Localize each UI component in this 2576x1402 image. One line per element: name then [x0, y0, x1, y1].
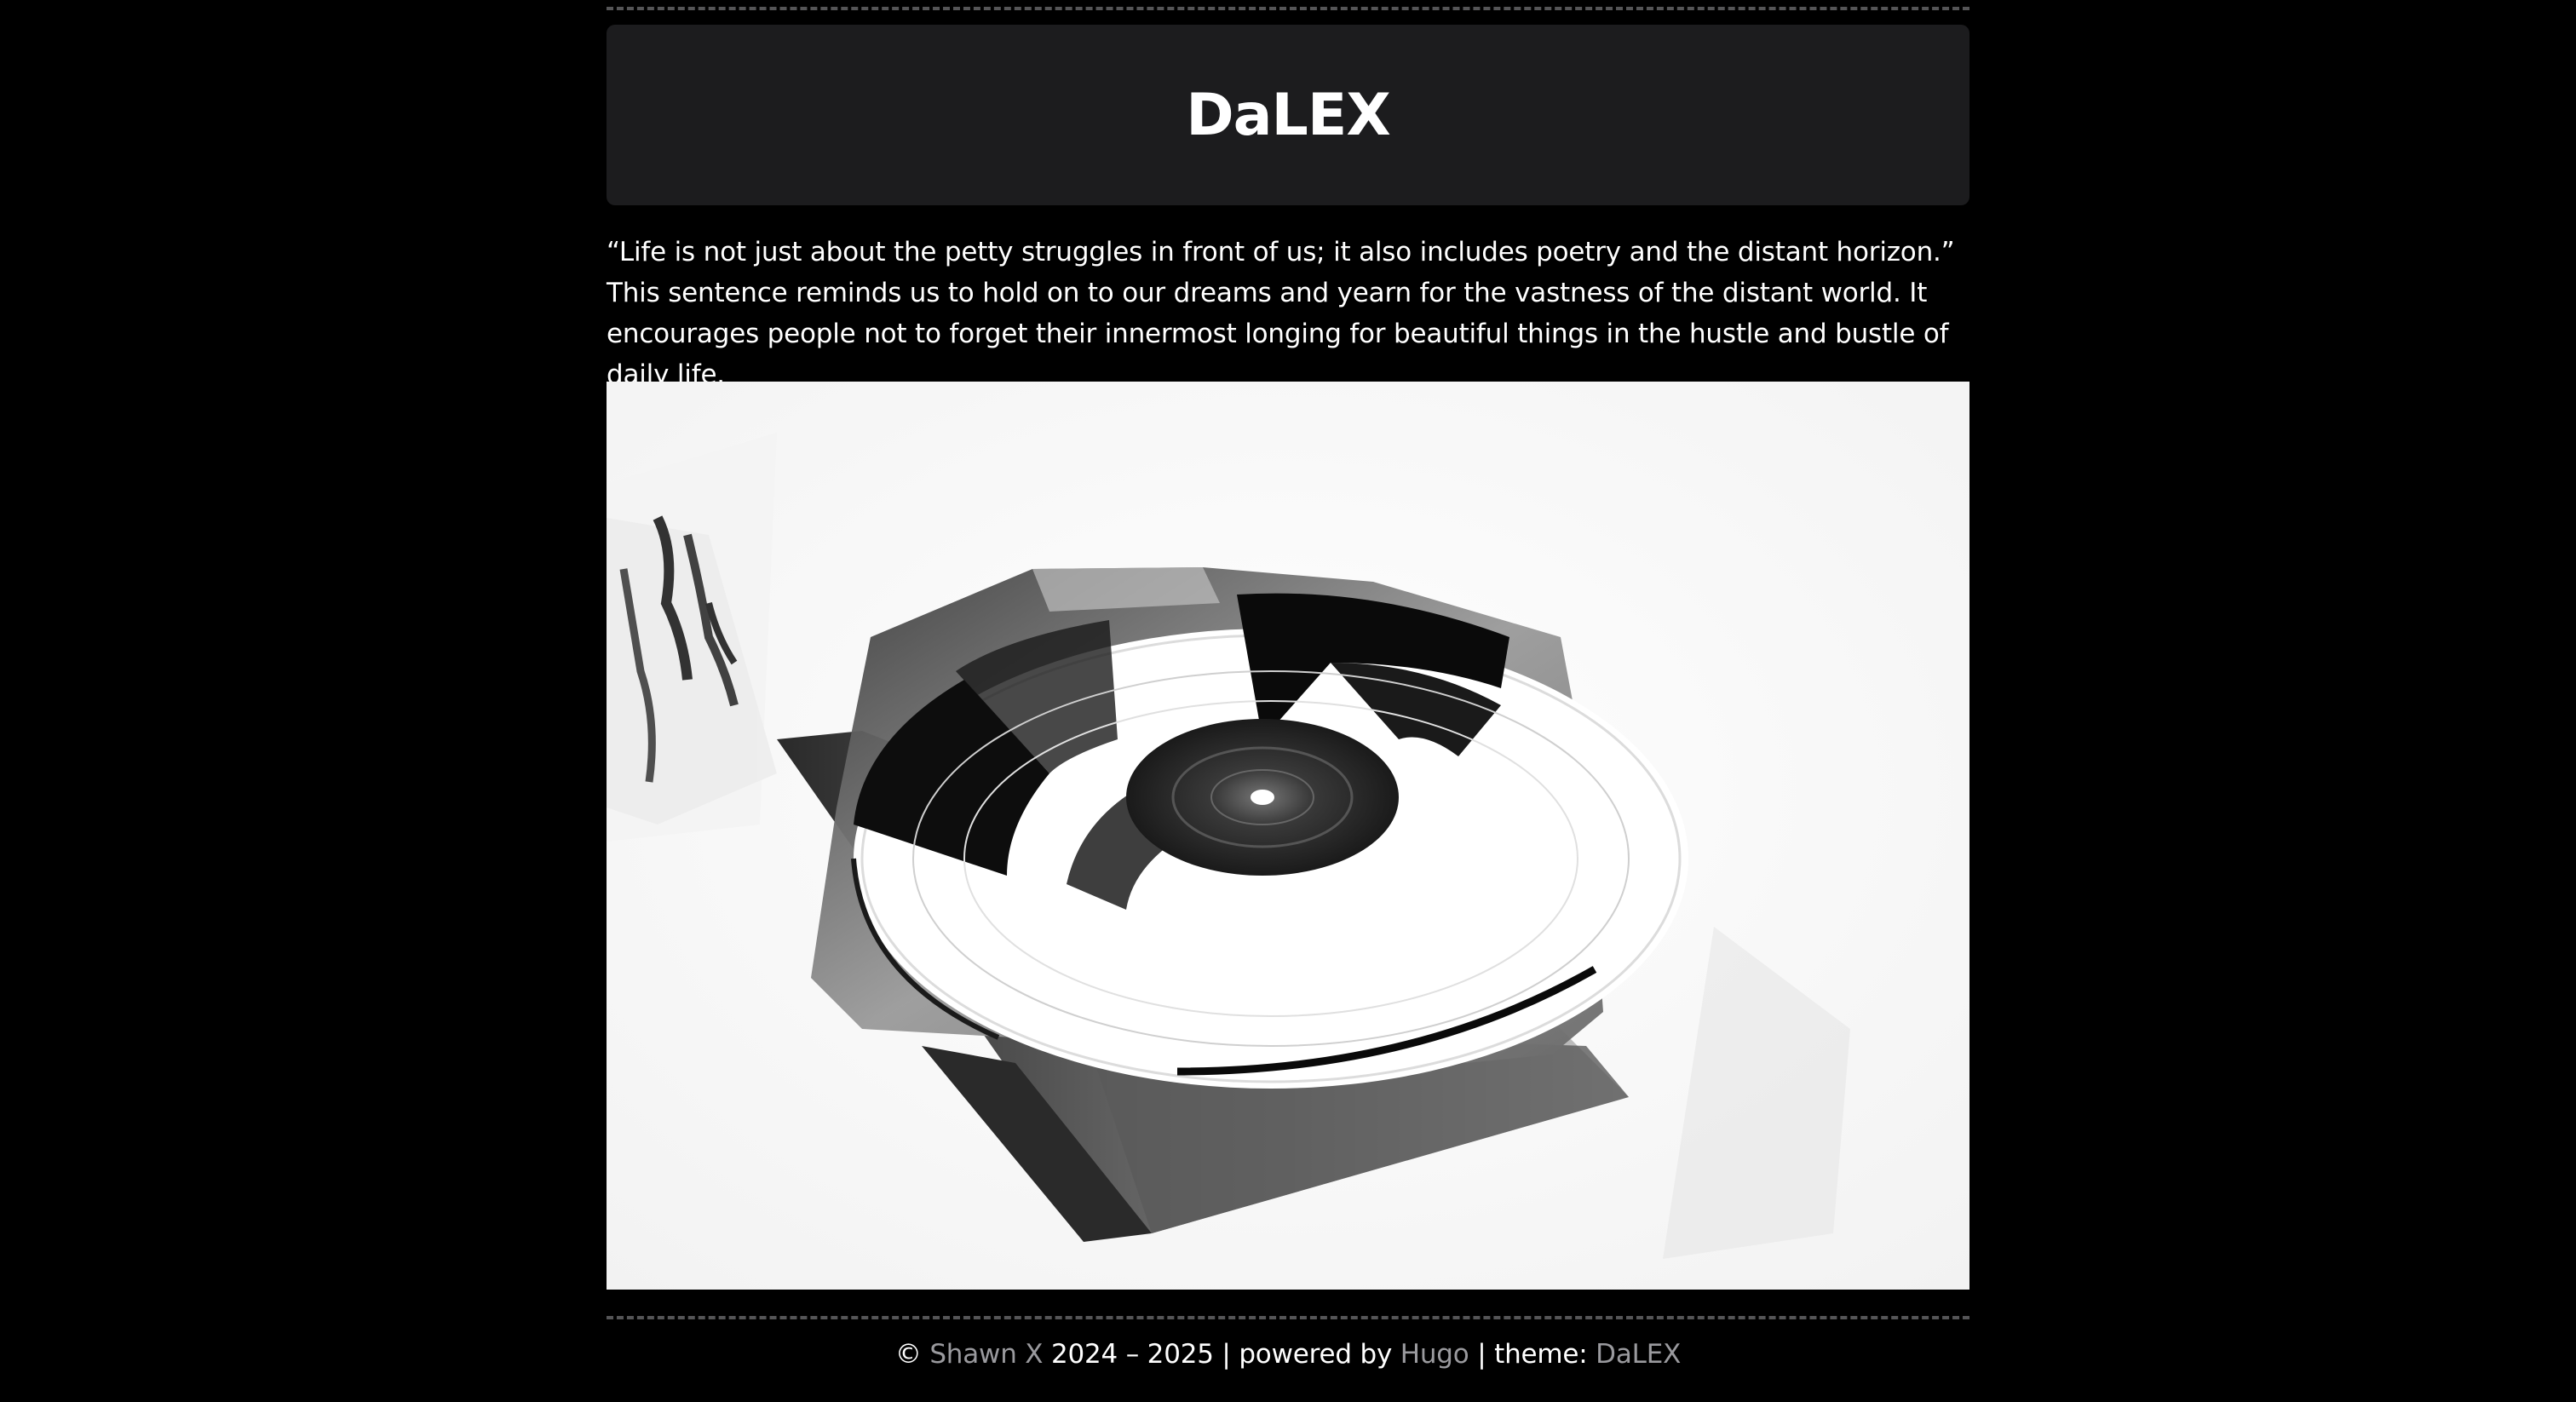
vinyl-record-icon [607, 382, 1969, 1290]
top-dashed-divider [607, 7, 1969, 10]
footer-theme-text: | theme: [1477, 1339, 1588, 1370]
site-footer: © Shawn X 2024 – 2025 | powered by Hugo … [607, 1334, 1969, 1375]
site-header: DaLEX [607, 25, 1969, 205]
footer-years-text: 2024 – 2025 | powered by [1050, 1339, 1393, 1370]
page-container: DaLEX “Life is not just about the petty … [607, 0, 1969, 1402]
bottom-dashed-divider [607, 1316, 1969, 1319]
vinyl-record-photo [607, 382, 1969, 1290]
author-link[interactable]: Shawn X [929, 1339, 1043, 1370]
hugo-link[interactable]: Hugo [1400, 1339, 1469, 1370]
theme-link[interactable]: DaLEX [1596, 1339, 1681, 1370]
copyright-symbol: © [894, 1339, 922, 1370]
quote-paragraph: “Life is not just about the petty strugg… [607, 237, 1955, 390]
site-title[interactable]: DaLEX [1186, 82, 1391, 149]
